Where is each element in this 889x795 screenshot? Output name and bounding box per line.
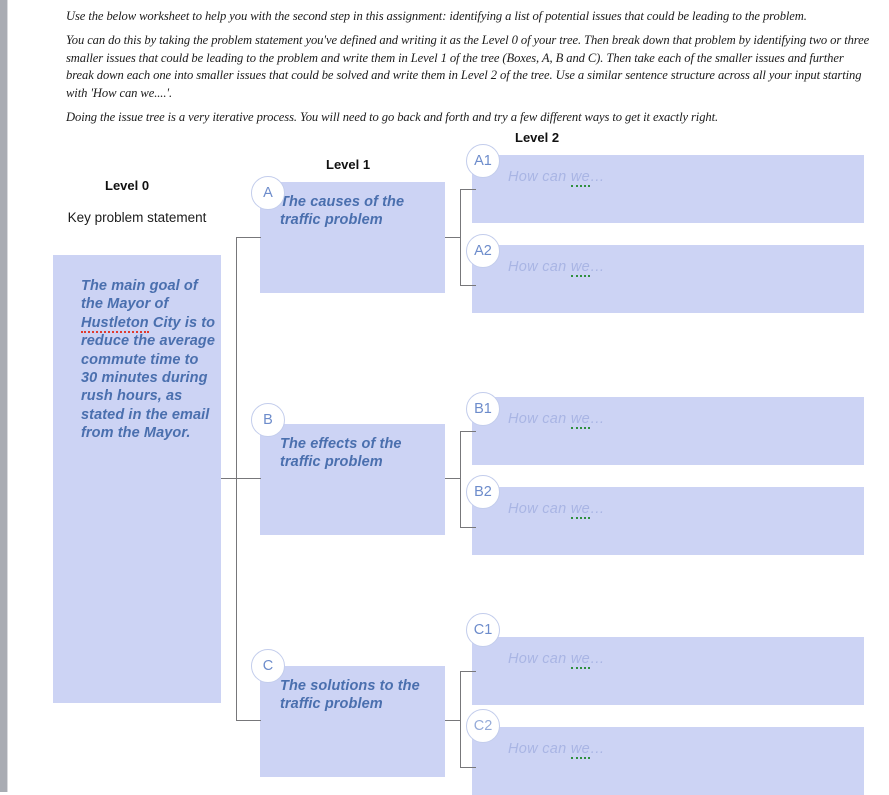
grammar-flagged-word: we (570, 741, 590, 759)
grammar-flagged-word: we (570, 411, 590, 429)
level-2-box-b2[interactable]: How can we… (472, 487, 864, 555)
badge-a-label: A (263, 185, 273, 201)
level-0-text-after: City is to reduce the average commute ti… (81, 314, 216, 442)
level-2-heading: Level 2 (515, 130, 560, 145)
instruction-paragraph-2: You can do this by taking the problem st… (66, 33, 870, 100)
connector-b-stem (445, 478, 461, 480)
level-1-box-c[interactable]: The solutions to the traffic problem (260, 666, 445, 777)
badge-c1-label: C1 (473, 622, 493, 638)
badge-a: A (251, 176, 285, 210)
placeholder-end: … (589, 741, 605, 757)
level-2-box-a2-placeholder: How can we… (508, 259, 605, 277)
badge-b2-label: B2 (474, 484, 492, 500)
level-0-problem-statement-box[interactable]: The main goal of the Mayor of Hustleton … (53, 255, 221, 703)
level-2-box-c1-placeholder: How can we… (508, 651, 605, 669)
badge-b-label: B (263, 412, 273, 428)
connector-c-to-c1 (460, 671, 476, 673)
level-1-box-b-text: The effects of the traffic problem (280, 436, 402, 470)
level-1-box-a[interactable]: The causes of the traffic problem (260, 182, 445, 293)
level-1-heading: Level 1 (326, 157, 371, 172)
badge-a1-label: A1 (474, 153, 492, 169)
page-gutter-strip (0, 0, 7, 792)
badge-b1-label: B1 (474, 401, 492, 417)
instructions-block: Use the below worksheet to help you with… (66, 8, 872, 126)
connector-spine-to-c (236, 720, 261, 722)
level-0-text: The main goal of the Mayor of Hustleton … (81, 277, 217, 443)
misspelled-word: Hustleton (81, 314, 149, 333)
badge-a2: A2 (466, 234, 500, 268)
placeholder-start: How can (508, 411, 571, 427)
level-2-box-a1-placeholder: How can we… (508, 169, 605, 187)
instruction-paragraph-3: Doing the issue tree is a very iterative… (66, 109, 719, 124)
level-0-heading: Level 0 (105, 178, 150, 193)
connector-spine-to-a (236, 237, 261, 239)
placeholder-end: … (589, 169, 605, 185)
placeholder-start: How can (508, 741, 571, 757)
level-2-box-c1[interactable]: How can we… (472, 637, 864, 705)
level-2-box-c2[interactable]: How can we… (472, 727, 864, 795)
connector-b-bracket (460, 431, 462, 528)
badge-c-label: C (262, 658, 274, 674)
grammar-flagged-word: we (570, 169, 590, 187)
level-2-box-a2[interactable]: How can we… (472, 245, 864, 313)
badge-b: B (251, 403, 285, 437)
placeholder-start: How can (508, 501, 571, 517)
badge-b2: B2 (466, 475, 500, 509)
placeholder-end: … (589, 651, 605, 667)
level-2-box-b1[interactable]: How can we… (472, 397, 864, 465)
level-0-text-before: The main goal of the Mayor of (81, 278, 198, 313)
connector-a-to-a2 (460, 285, 476, 287)
connector-b-to-b1 (460, 431, 476, 433)
placeholder-end: … (589, 411, 605, 427)
level-1-box-b[interactable]: The effects of the traffic problem (260, 424, 445, 535)
level-0-subheading: Key problem statement (67, 210, 207, 225)
connector-a-stem (445, 237, 461, 239)
grammar-flagged-word: we (570, 501, 590, 519)
badge-b1: B1 (466, 392, 500, 426)
badge-a1: A1 (466, 144, 500, 178)
level-2-box-b2-placeholder: How can we… (508, 501, 605, 519)
instruction-paragraph-1: Use the below worksheet to help you with… (66, 9, 807, 23)
grammar-flagged-word: we (570, 651, 590, 669)
badge-c: C (251, 649, 285, 683)
connector-b-to-b2 (460, 527, 476, 529)
level-1-box-a-text: The causes of the traffic problem (280, 194, 405, 228)
page-gutter-edge (7, 0, 8, 792)
connector-c-bracket (460, 671, 462, 768)
connector-spine-to-b (236, 478, 261, 480)
placeholder-end: … (589, 259, 605, 275)
level-2-box-c2-placeholder: How can we… (508, 741, 605, 759)
connector-level0-trunk (221, 478, 237, 480)
badge-c1: C1 (466, 613, 500, 647)
grammar-flagged-word: we (570, 259, 590, 277)
badge-c2: C2 (466, 709, 500, 743)
level-1-box-c-text: The solutions to the traffic problem (280, 678, 420, 712)
badge-a2-label: A2 (474, 243, 492, 259)
connector-c-stem (445, 720, 461, 722)
placeholder-start: How can (508, 651, 571, 667)
level-2-box-b1-placeholder: How can we… (508, 411, 605, 429)
connector-a-bracket (460, 189, 462, 286)
connector-c-to-c2 (460, 767, 476, 769)
badge-c2-label: C2 (473, 718, 493, 734)
placeholder-start: How can (508, 169, 571, 185)
level-2-box-a1[interactable]: How can we… (472, 155, 864, 223)
placeholder-end: … (589, 501, 605, 517)
placeholder-start: How can (508, 259, 571, 275)
connector-a-to-a1 (460, 189, 476, 191)
